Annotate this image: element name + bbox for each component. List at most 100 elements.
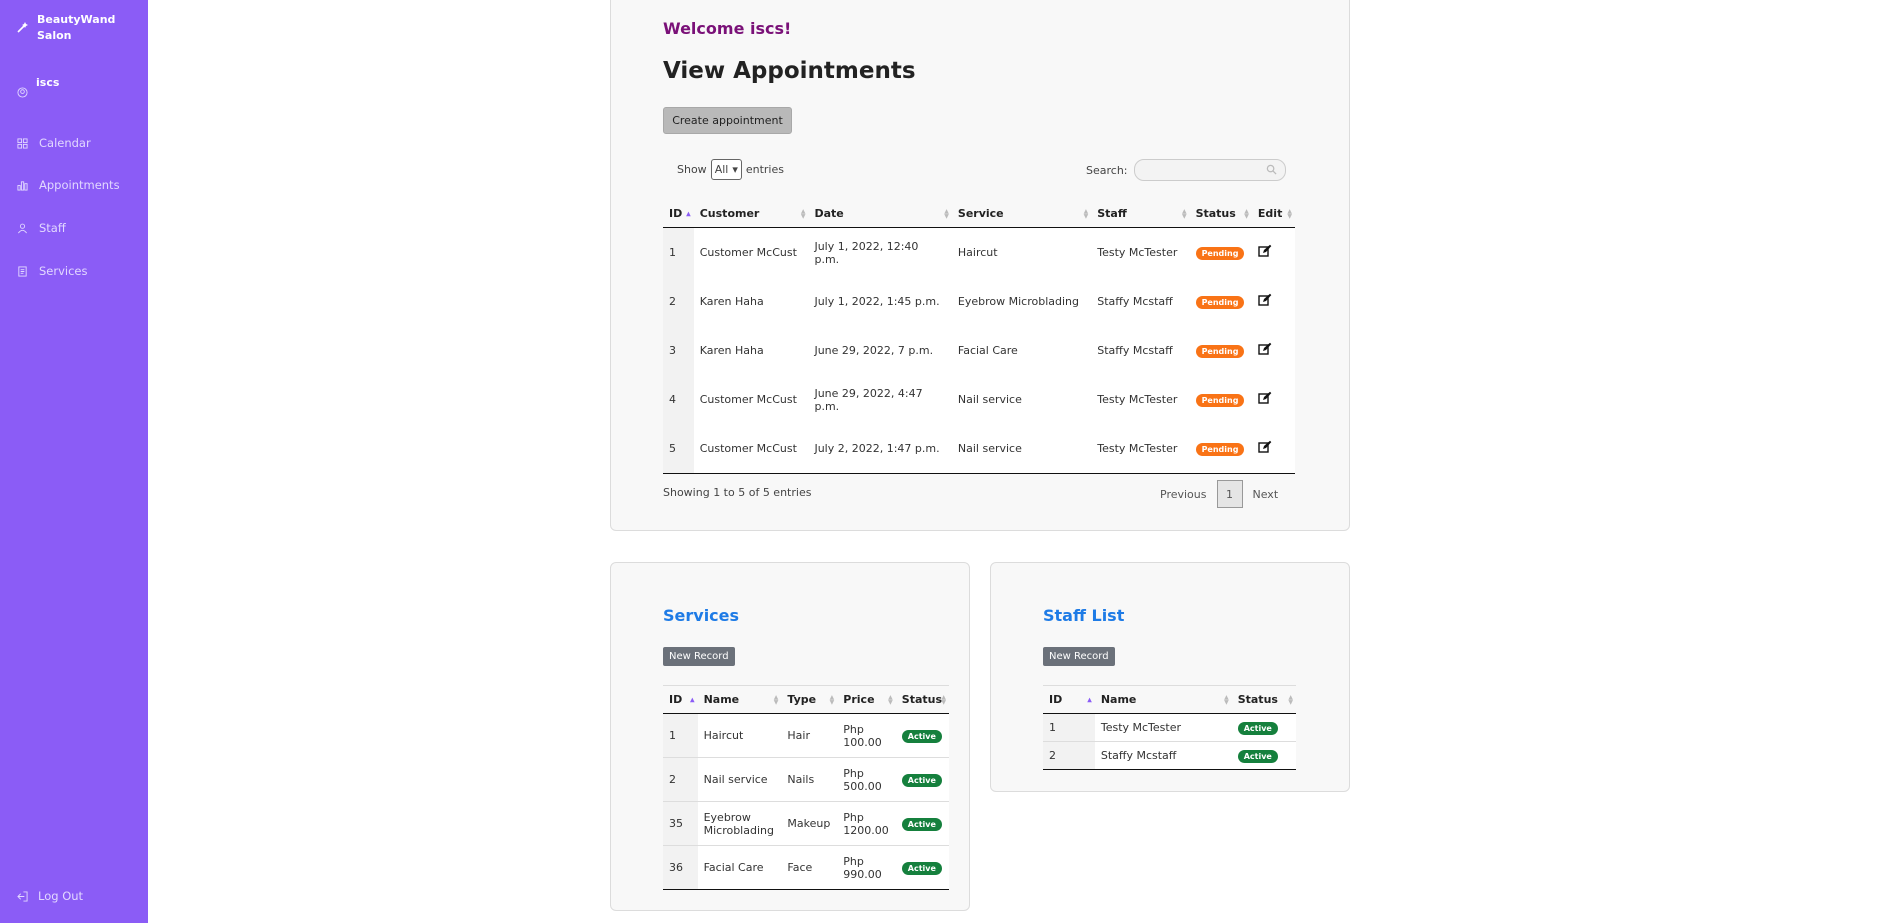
user-name: iscs bbox=[36, 76, 60, 89]
entries-label: entries bbox=[745, 163, 784, 176]
bar-chart-icon bbox=[17, 180, 28, 191]
column-header-status[interactable]: Status ▲ ▼ bbox=[1189, 200, 1252, 228]
user-profile[interactable]: iscs bbox=[17, 76, 59, 98]
page-length-control: Show All ▾ entries bbox=[677, 159, 784, 180]
column-header-service[interactable]: Service ▲ ▼ bbox=[951, 200, 1092, 228]
column-header-status[interactable]: Status ▲ ▼ bbox=[1231, 685, 1296, 714]
previous-page-button[interactable]: Previous bbox=[1160, 488, 1207, 501]
sidebar-item-appointments[interactable]: Appointments bbox=[17, 178, 120, 192]
cell-type: Nails bbox=[781, 757, 838, 802]
service-name-link[interactable]: Eyebrow Microblading bbox=[697, 801, 782, 846]
services-new-record-button[interactable]: New Record bbox=[663, 647, 735, 666]
edit-button[interactable] bbox=[1252, 326, 1295, 375]
edit-button[interactable] bbox=[1252, 277, 1295, 326]
cell-customer: Customer McCust bbox=[699, 246, 797, 259]
edit-button[interactable] bbox=[1252, 375, 1295, 424]
entries-select-value: All bbox=[714, 163, 729, 176]
cell-id: 36 bbox=[663, 845, 698, 890]
cell-customer: Karen Haha bbox=[699, 344, 764, 357]
sidebar: BeautyWand Salon iscs Calendar Appointme… bbox=[0, 0, 148, 923]
column-header-status[interactable]: Status ▲ ▼ bbox=[895, 685, 949, 714]
staff-name-link[interactable]: Testy McTester bbox=[1094, 713, 1232, 742]
cell-staff: Testy McTester bbox=[1097, 393, 1178, 406]
service-name-link[interactable]: Facial Care bbox=[697, 845, 782, 890]
cell-id: 4 bbox=[663, 375, 694, 424]
table-row: 35 Eyebrow Microblading Makeup Php 1200.… bbox=[663, 801, 949, 846]
chevron-down-icon: ▾ bbox=[732, 163, 738, 176]
logout-icon bbox=[17, 890, 28, 902]
table-row: 2 Nail service Nails Php 500.00 Active bbox=[663, 757, 949, 802]
column-header-id[interactable]: ID ▲ bbox=[663, 685, 698, 714]
search-input[interactable] bbox=[1133, 159, 1286, 181]
edit-icon bbox=[1258, 293, 1272, 306]
edit-icon bbox=[1258, 440, 1272, 453]
cell-date-link[interactable]: July 2, 2022, 1:47 p.m. bbox=[808, 424, 952, 474]
next-page-button[interactable]: Next bbox=[1253, 488, 1279, 501]
cell-status: Pending bbox=[1190, 277, 1252, 326]
cell-staff: Staffy Mcstaff bbox=[1097, 295, 1173, 308]
cell-type: Face bbox=[781, 845, 838, 890]
status-badge: Active bbox=[901, 817, 942, 831]
cell-status: Pending bbox=[1189, 424, 1252, 474]
column-header-price[interactable]: Price ▲ ▼ bbox=[837, 685, 896, 714]
cell-id: 35 bbox=[663, 801, 698, 846]
pagination: Previous 1 Next bbox=[1160, 480, 1278, 508]
status-badge: Active bbox=[901, 861, 942, 875]
services-table: ID ▲ Name ▲ ▼ Type ▲ ▼ Price ▲ ▼ Status ▲ ▼ 1 Hai… bbox=[663, 685, 949, 890]
cell-status: Active bbox=[895, 845, 949, 890]
logout-link[interactable]: Log Out bbox=[17, 889, 83, 903]
staff-new-record-button[interactable]: New Record bbox=[1043, 647, 1115, 666]
entries-select[interactable]: All ▾ bbox=[710, 159, 742, 180]
brand[interactable]: BeautyWand Salon bbox=[17, 12, 127, 44]
status-badge: Pending bbox=[1195, 442, 1245, 456]
cell-date-link[interactable]: June 29, 2022, 7 p.m. bbox=[808, 326, 951, 375]
table-row: 2 Karen Haha July 1, 2022, 1:45 p.m. Eye… bbox=[663, 277, 1295, 326]
cell-status: Pending bbox=[1190, 228, 1252, 278]
sidebar-item-staff[interactable]: Staff bbox=[17, 221, 66, 235]
cell-id: 1 bbox=[663, 713, 698, 758]
cell-id: 3 bbox=[663, 326, 694, 375]
column-header-staff[interactable]: Staff ▲ ▼ bbox=[1091, 200, 1190, 228]
column-header-type[interactable]: Type ▲ ▼ bbox=[781, 685, 838, 714]
cell-status: Active bbox=[1231, 713, 1296, 742]
status-badge: Active bbox=[1237, 721, 1278, 735]
cell-price: Php 100.00 bbox=[837, 713, 896, 758]
cell-date-link[interactable]: July 1, 2022, 1:45 p.m. bbox=[808, 277, 951, 326]
cell-customer: Customer McCust bbox=[699, 393, 797, 406]
column-header-name[interactable]: Name ▲ ▼ bbox=[697, 685, 782, 714]
welcome-message: Welcome iscs! bbox=[663, 19, 792, 38]
page-title: View Appointments bbox=[663, 58, 916, 84]
cell-id: 2 bbox=[1043, 741, 1095, 770]
create-appointment-button[interactable]: Create appointment bbox=[663, 107, 792, 134]
cell-price: Php 990.00 bbox=[837, 845, 896, 890]
cell-status: Active bbox=[895, 757, 949, 802]
service-name-link[interactable]: Nail service bbox=[697, 757, 782, 802]
column-header-name[interactable]: Name ▲ ▼ bbox=[1094, 685, 1232, 714]
service-name-link[interactable]: Haircut bbox=[697, 713, 782, 758]
cell-date-link[interactable]: June 29, 2022, 4:47 p.m. bbox=[808, 375, 951, 424]
table-row: 1 Customer McCust July 1, 2022, 12:40 p.… bbox=[663, 227, 1295, 278]
cell-status: Active bbox=[895, 801, 949, 846]
column-header-id[interactable]: ID ▲ bbox=[1043, 685, 1095, 714]
cell-price: Php 1200.00 bbox=[837, 801, 896, 846]
status-badge: Pending bbox=[1195, 295, 1245, 309]
column-header-edit[interactable]: Edit ▲ ▼ bbox=[1251, 200, 1295, 228]
page-1-button[interactable]: 1 bbox=[1216, 480, 1243, 508]
sidebar-item-services[interactable]: Services bbox=[17, 264, 88, 278]
edit-button[interactable] bbox=[1251, 424, 1295, 474]
column-header-date[interactable]: Date ▲ ▼ bbox=[808, 200, 952, 228]
column-header-customer[interactable]: Customer ▲ ▼ bbox=[693, 200, 809, 228]
cell-customer: Customer McCust bbox=[693, 424, 809, 474]
cell-date-link[interactable]: July 1, 2022, 12:40 p.m. bbox=[808, 228, 951, 278]
status-badge: Active bbox=[1237, 749, 1278, 763]
cell-staff: Staffy Mcstaff bbox=[1097, 344, 1173, 357]
edit-icon bbox=[1258, 244, 1272, 257]
edit-button[interactable] bbox=[1252, 228, 1295, 278]
table-row: 3 Karen Haha June 29, 2022, 7 p.m. Facia… bbox=[663, 326, 1295, 375]
table-row: 4 Customer McCust June 29, 2022, 4:47 p.… bbox=[663, 375, 1295, 424]
column-header-id[interactable]: ID ▲ bbox=[663, 200, 694, 228]
appointments-table: ID ▲ Customer ▲ ▼ Date ▲ ▼ Service ▲ ▼ Staff ▲ ▼ … bbox=[663, 200, 1295, 474]
staff-name-link[interactable]: Staffy Mcstaff bbox=[1094, 741, 1232, 770]
cell-id: 2 bbox=[663, 757, 698, 802]
sidebar-item-calendar[interactable]: Calendar bbox=[17, 136, 91, 150]
